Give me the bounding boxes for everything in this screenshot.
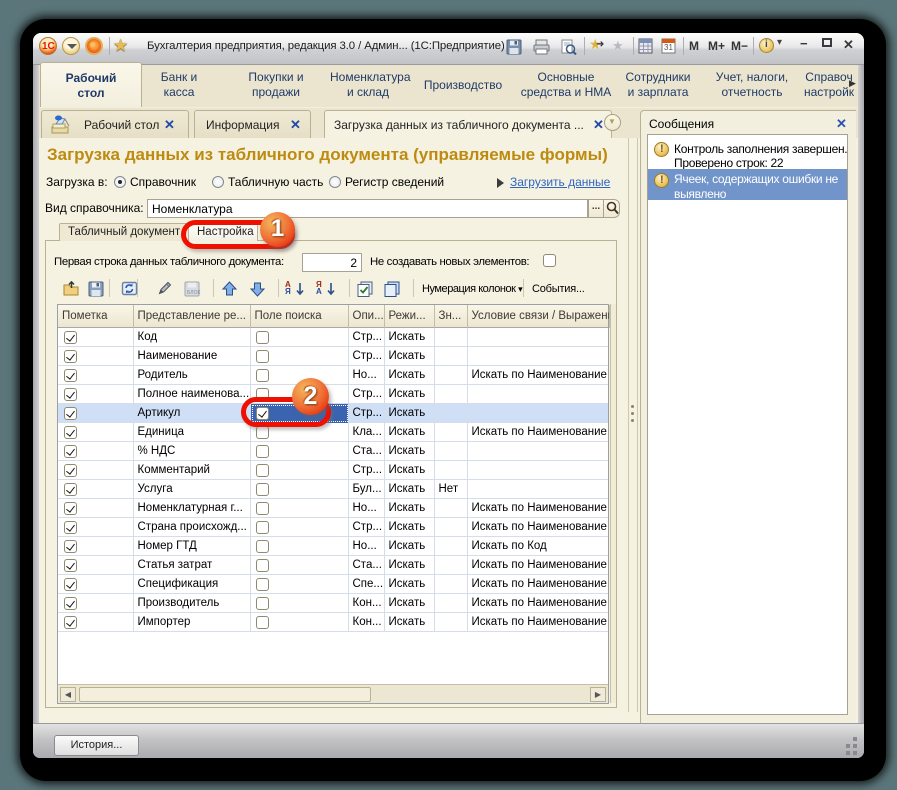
svg-text:31: 31 xyxy=(664,43,673,52)
svg-text:БЛОК: БЛОК xyxy=(187,290,200,296)
